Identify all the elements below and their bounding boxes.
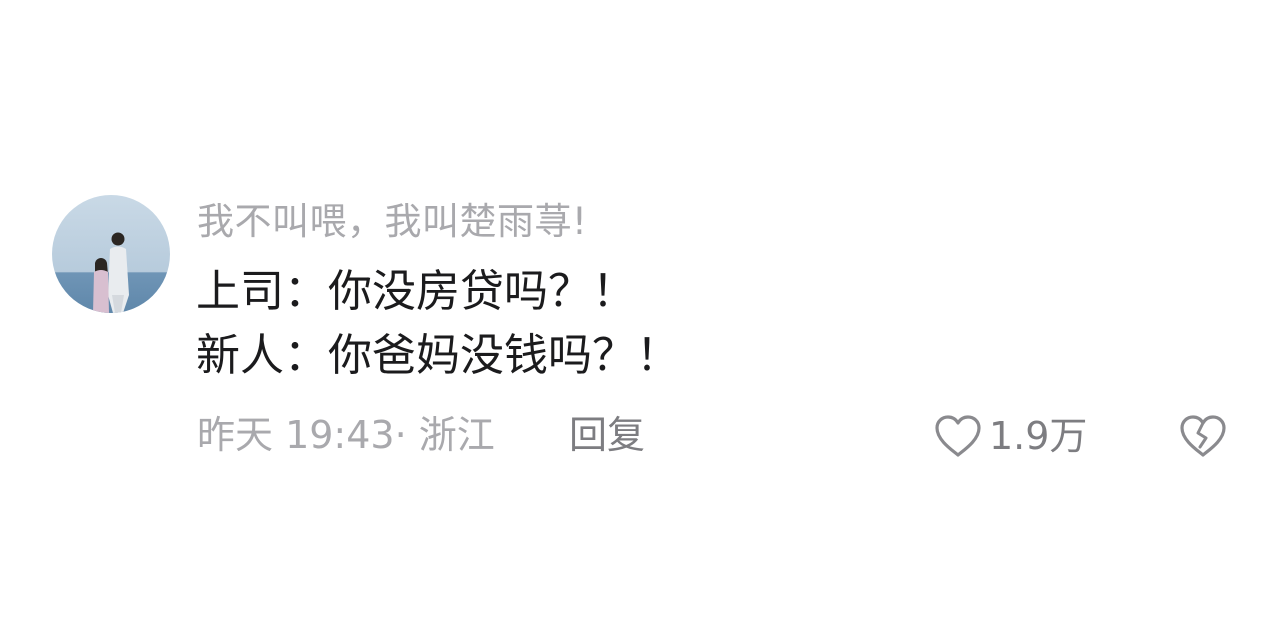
like-count: 1.9万 (989, 414, 1088, 458)
comment-username[interactable]: 我不叫喂，我叫楚雨荨! (197, 198, 587, 246)
comment-meta: 昨天 19:43· 浙江 (197, 413, 495, 457)
reply-button[interactable]: 回复 (569, 410, 645, 460)
dislike-button[interactable] (1178, 413, 1228, 459)
broken-heart-icon (1180, 415, 1226, 457)
comment-line: 上司：你没房贷吗？！ (196, 266, 636, 317)
comment-body: 上司：你没房贷吗？！ 新人：你爸妈没钱吗？！ (196, 262, 680, 390)
avatar[interactable] (52, 195, 170, 313)
avatar-image (52, 195, 170, 313)
heart-outline-icon (935, 415, 981, 457)
like-button[interactable]: 1.9万 (933, 410, 1087, 462)
comment-line: 新人：你爸妈没钱吗？！ (196, 330, 680, 381)
